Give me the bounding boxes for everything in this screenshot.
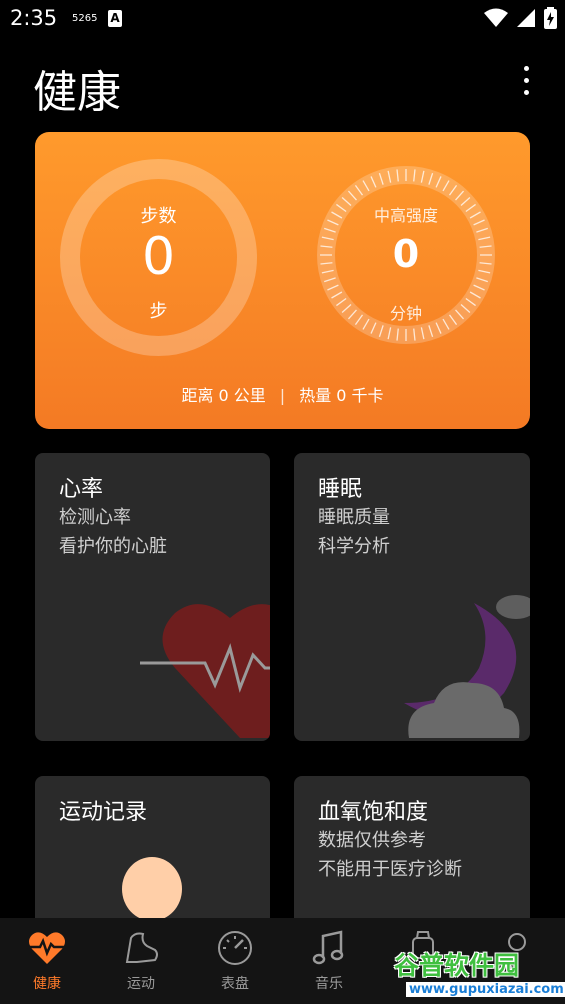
- moon-cloud-icon: [404, 595, 530, 738]
- blood-oxygen-line1: 数据仅供参考: [318, 830, 426, 851]
- shoe-icon: [125, 932, 158, 963]
- battery-icon: [544, 7, 557, 29]
- a-badge-icon: A: [108, 10, 122, 27]
- blood-oxygen-card[interactable]: 血氧饱和度 数据仅供参考 不能用于医疗诊断: [294, 776, 530, 936]
- tab-health-label: 健康: [33, 976, 61, 992]
- tab-music-label: 音乐: [315, 976, 343, 992]
- footer-separator: |: [279, 386, 286, 405]
- watermark-url: www.gupuxiazai.com: [406, 982, 565, 997]
- wifi-icon: [484, 8, 508, 27]
- distance-text: 距离 0 公里: [181, 386, 266, 405]
- tab-exercise-label: 运动: [127, 976, 155, 992]
- signal-icon: [517, 9, 535, 27]
- intensity-value: 0: [392, 232, 420, 276]
- steps-value: 0: [141, 227, 176, 287]
- status-bar: 2:35 5265 A: [0, 0, 565, 40]
- heart-rate-card[interactable]: 心率 检测心率 看护你的心脏: [35, 453, 270, 741]
- summary-footer: 距离 0 公里 | 热量 0 千卡: [35, 382, 530, 406]
- heart-pulse-icon: [29, 932, 65, 964]
- status-icons: [484, 7, 557, 29]
- tab-watch-face[interactable]: 表盘: [188, 918, 282, 1004]
- tab-music[interactable]: 音乐: [282, 918, 376, 1004]
- watermark-text: 谷普软件园: [394, 951, 520, 980]
- exercise-record-title: 运动记录: [59, 800, 148, 825]
- sleep-line1: 睡眠质量: [318, 507, 390, 528]
- tab-health[interactable]: 健康: [0, 918, 94, 1004]
- heart-pulse-icon: [140, 604, 270, 738]
- tab-exercise[interactable]: 运动: [94, 918, 188, 1004]
- steps-label: 步数: [140, 206, 177, 227]
- sleep-title: 睡眠: [318, 477, 363, 502]
- tab-watch-face-label: 表盘: [221, 976, 249, 992]
- more-options-icon[interactable]: [514, 66, 538, 106]
- heart-rate-line2: 看护你的心脏: [59, 536, 167, 557]
- intensity-label: 中高强度: [373, 206, 438, 225]
- dial-icon: [218, 931, 252, 965]
- heart-rate-line1: 检测心率: [59, 507, 131, 528]
- music-icon: [312, 930, 344, 965]
- status-time: 2:35: [10, 6, 58, 30]
- watermark: 谷普软件园 www.gupuxiazai.com: [392, 946, 565, 1002]
- blood-oxygen-title: 血氧饱和度: [318, 800, 429, 825]
- sleep-card[interactable]: 睡眠 睡眠质量 科学分析: [294, 453, 530, 741]
- steps-unit: 步: [149, 301, 168, 322]
- intensity-unit: 分钟: [389, 304, 422, 323]
- blood-oxygen-line2: 不能用于医疗诊断: [318, 859, 462, 880]
- heart-rate-title: 心率: [59, 477, 104, 502]
- page-title: 健康: [33, 67, 121, 118]
- calories-text: 热量 0 千卡: [299, 386, 384, 405]
- sleep-line2: 科学分析: [318, 536, 390, 557]
- exercise-record-card[interactable]: 运动记录: [35, 776, 270, 936]
- activity-summary-card[interactable]: 步数 0 步 中高强度 0 分钟 距离 0 公里 | 热量 0 千卡: [35, 132, 530, 429]
- status-indicator: 5265: [72, 13, 98, 24]
